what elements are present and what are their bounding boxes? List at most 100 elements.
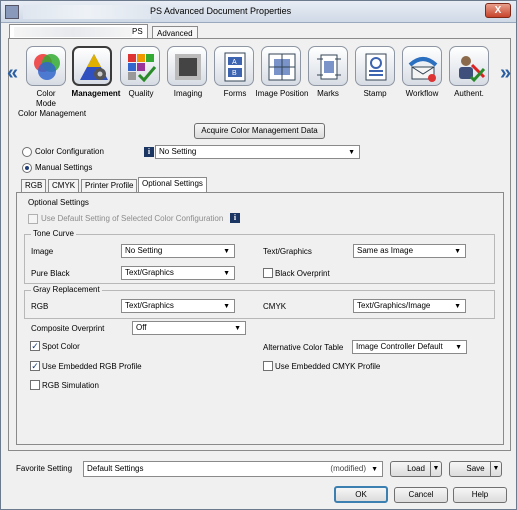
management-tab[interactable] xyxy=(72,46,112,86)
authentication-label: Authent. xyxy=(454,89,484,98)
subtab-cmyk[interactable]: CMYK xyxy=(48,179,80,192)
tone-curve-heading: Tone Curve xyxy=(31,229,76,238)
chevron-down-icon[interactable]: ▼ xyxy=(490,462,501,476)
title-bar: PS Advanced Document Properties X xyxy=(1,1,516,23)
manual-settings-radio[interactable] xyxy=(22,163,32,173)
alt-color-table-label: Alternative Color Table xyxy=(263,343,344,352)
image-tone-select[interactable]: No Setting ▼ xyxy=(121,244,235,258)
chevron-down-icon: ▼ xyxy=(371,466,378,473)
chevron-down-icon: ▼ xyxy=(454,248,461,255)
marks-tab[interactable] xyxy=(308,46,348,86)
spot-color-label: Spot Color xyxy=(42,342,80,351)
color-mode-tab[interactable] xyxy=(26,46,66,86)
rgb-simulation-checkbox[interactable] xyxy=(30,380,40,390)
forms-tab[interactable]: A B xyxy=(214,46,254,86)
tone-curve-group xyxy=(24,234,495,284)
acquire-color-data-button[interactable]: Acquire Color Management Data xyxy=(194,123,325,139)
cancel-button[interactable]: Cancel xyxy=(394,487,448,503)
use-embedded-rgb-label: Use Embedded RGB Profile xyxy=(42,362,142,371)
color-configuration-select[interactable]: No Setting ▼ xyxy=(155,145,360,159)
chevron-down-icon: ▼ xyxy=(223,270,230,277)
gray-rgb-label: RGB xyxy=(31,302,49,311)
alt-color-table-select[interactable]: Image Controller Default ▼ xyxy=(352,340,467,354)
image-position-icon xyxy=(268,53,296,81)
imaging-tab[interactable] xyxy=(167,46,207,86)
window-title: PS Advanced Document Properties xyxy=(150,6,292,16)
imaging-icon xyxy=(175,54,201,80)
color-configuration-label: Color Configuration xyxy=(35,147,104,156)
scroll-right-arrow[interactable]: » xyxy=(500,62,511,85)
alt-color-table-value: Image Controller Default xyxy=(356,342,443,351)
image-tone-value: No Setting xyxy=(125,246,163,255)
gray-cmyk-select[interactable]: Text/Graphics/Image ▼ xyxy=(353,299,466,313)
color-configuration-value: No Setting xyxy=(159,147,197,156)
color-configuration-radio[interactable] xyxy=(22,147,32,157)
tab-redacted-area xyxy=(14,26,132,37)
use-default-checkbox[interactable] xyxy=(28,214,38,224)
chevron-down-icon: ▼ xyxy=(223,248,230,255)
gray-replacement-heading: Gray Replacement xyxy=(31,285,102,294)
workflow-icon xyxy=(408,57,438,82)
chevron-down-icon: ▼ xyxy=(348,149,355,156)
info-icon[interactable]: i xyxy=(230,213,240,223)
use-embedded-cmyk-checkbox[interactable] xyxy=(263,361,273,371)
black-overprint-label: Black Overprint xyxy=(275,269,330,278)
optional-settings-heading: Optional Settings xyxy=(28,198,89,207)
favorite-setting-select[interactable]: Default Settings (modified) ▼ xyxy=(83,461,383,477)
gray-cmyk-value: Text/Graphics/Image xyxy=(357,301,431,310)
manual-settings-label: Manual Settings xyxy=(35,163,93,172)
gray-cmyk-label: CMYK xyxy=(263,302,287,311)
favorite-setting-value: Default Settings xyxy=(87,464,144,473)
pure-black-value: Text/Graphics xyxy=(125,268,174,277)
authentication-tab[interactable] xyxy=(449,46,489,86)
chevron-down-icon: ▼ xyxy=(234,325,241,332)
favorite-setting-label: Favorite Setting xyxy=(16,464,73,473)
scroll-left-arrow[interactable]: « xyxy=(7,62,18,85)
svg-text:B: B xyxy=(232,70,237,77)
use-default-label: Use Default Setting of Selected Color Co… xyxy=(41,214,224,223)
stamp-tab[interactable] xyxy=(355,46,395,86)
workflow-tab[interactable] xyxy=(402,46,442,86)
modified-indicator: (modified) xyxy=(330,464,366,473)
svg-text:A: A xyxy=(232,59,237,66)
ok-button[interactable]: OK xyxy=(334,486,388,503)
subtab-rgb[interactable]: RGB xyxy=(21,179,47,192)
composite-overprint-label: Composite Overprint xyxy=(31,324,105,333)
chevron-down-icon: ▼ xyxy=(455,344,462,351)
color-mode-icon xyxy=(34,54,60,80)
text-graphics-label: Text/Graphics xyxy=(263,247,312,256)
spot-color-checkbox[interactable]: ✓ xyxy=(30,341,40,351)
pure-black-label: Pure Black xyxy=(31,269,70,278)
forms-icon: A B xyxy=(224,52,246,82)
title-redacted-area xyxy=(23,5,151,19)
image-label: Image xyxy=(31,247,54,256)
rgb-simulation-label: RGB Simulation xyxy=(42,381,99,390)
composite-overprint-select[interactable]: Off ▼ xyxy=(132,321,246,335)
color-management-icon xyxy=(80,54,108,80)
quality-tab[interactable] xyxy=(120,46,160,86)
marks-icon xyxy=(317,54,341,80)
info-icon[interactable]: i xyxy=(144,147,154,157)
save-button[interactable]: Save ▼ xyxy=(449,461,502,477)
text-graphics-value: Same as Image xyxy=(357,246,414,255)
chevron-down-icon[interactable]: ▼ xyxy=(430,462,441,476)
image-position-tab[interactable] xyxy=(261,46,301,86)
subtab-optional-settings[interactable]: Optional Settings xyxy=(138,177,207,192)
composite-overprint-value: Off xyxy=(136,323,147,332)
close-button[interactable]: X xyxy=(485,3,511,18)
help-button[interactable]: Help xyxy=(453,487,507,503)
chevron-down-icon: ▼ xyxy=(223,303,230,310)
text-graphics-select[interactable]: Same as Image ▼ xyxy=(353,244,466,258)
load-button[interactable]: Load ▼ xyxy=(390,461,442,477)
use-embedded-rgb-checkbox[interactable]: ✓ xyxy=(30,361,40,371)
stamp-icon xyxy=(365,53,387,81)
gray-rgb-select[interactable]: Text/Graphics ▼ xyxy=(121,299,235,313)
subtab-printer-profile[interactable]: Printer Profile xyxy=(81,179,138,192)
properties-window: PS Advanced Document Properties X PS Adv… xyxy=(0,0,517,510)
tab-ps-label: PS xyxy=(132,27,143,36)
chevron-down-icon: ▼ xyxy=(454,303,461,310)
color-mode-text: Color Mode xyxy=(35,89,56,108)
pure-black-select[interactable]: Text/Graphics ▼ xyxy=(121,266,235,280)
black-overprint-checkbox[interactable] xyxy=(263,268,273,278)
gray-rgb-value: Text/Graphics xyxy=(125,301,174,310)
